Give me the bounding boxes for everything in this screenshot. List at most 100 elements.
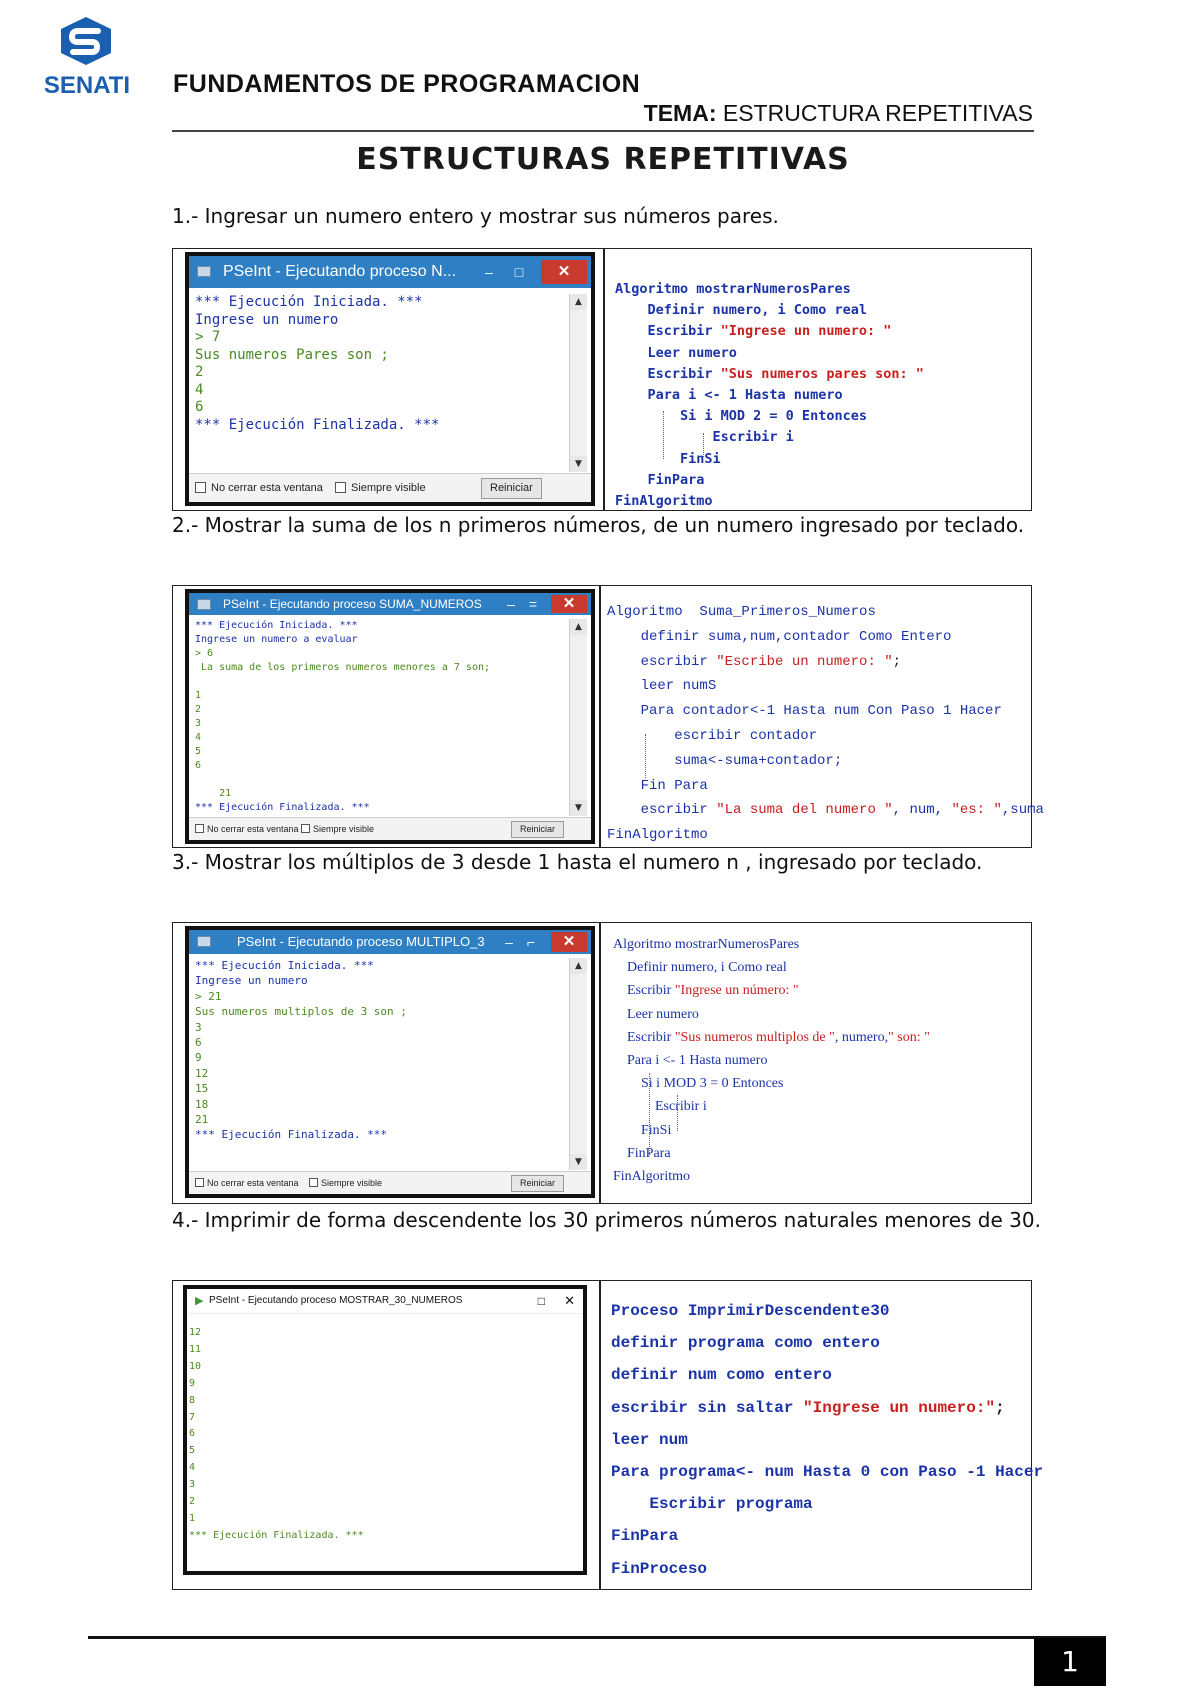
- minimize-icon[interactable]: –: [499, 930, 519, 954]
- scrollbar[interactable]: ▲ ▼: [569, 619, 587, 816]
- console-line: 18: [195, 1097, 209, 1111]
- senati-logo: SENATI: [40, 16, 134, 100]
- close-icon[interactable]: ✕: [551, 595, 587, 613]
- code-panel-1: Algoritmo mostrarNumerosPares Definir nu…: [615, 279, 924, 512]
- code-line: Para contador<-1 Hasta num Con Paso 1 Ha…: [607, 703, 1002, 720]
- reiniciar-button[interactable]: Reiniciar: [511, 821, 565, 838]
- console-output: *** Ejecución Iniciada. *** Ingrese un nu…: [195, 958, 565, 1170]
- code-line: leer numS: [607, 678, 717, 695]
- console-line: 2: [189, 1496, 196, 1508]
- code-panel-4: Proceso ImprimirDescendente30 definir pro…: [611, 1295, 1043, 1585]
- reiniciar-button[interactable]: Reiniciar: [481, 478, 542, 499]
- code-line: Para i <- 1 Hasta numero: [613, 1053, 768, 1069]
- maximize-icon[interactable]: =: [523, 593, 543, 615]
- console-line: 3: [195, 1020, 202, 1034]
- console-line: 2: [195, 704, 202, 715]
- console-line: 5: [195, 746, 202, 757]
- checkbox-no-cerrar[interactable]: [195, 482, 206, 493]
- exercise-4-block: ▶ PSeInt - Ejecutando proceso MOSTRAR_30…: [172, 1280, 1043, 1590]
- console-output: 12 11 10 9 8 7 6 5 4 3 2 1 *** Ejecución Finalizada.…: [189, 1325, 581, 1567]
- tema-value: ESTRUCTURA REPETITIVAS: [722, 100, 1033, 126]
- code-line: Escribir "Ingrese un número: ": [613, 983, 799, 999]
- code-line: Proceso ImprimirDescendente30: [611, 1302, 890, 1320]
- code-line: FinSi: [613, 1122, 672, 1138]
- code-line: leer num: [611, 1430, 688, 1449]
- checkbox-siempre-visible[interactable]: [301, 824, 310, 833]
- checkbox-no-cerrar[interactable]: [195, 824, 204, 833]
- console-line: 11: [189, 1343, 202, 1355]
- code-line: suma<-suma+contador;: [607, 752, 843, 769]
- console-line: 4: [195, 381, 204, 398]
- scrollbar[interactable]: ▲ ▼: [569, 958, 587, 1170]
- code-line: escribir contador: [607, 727, 818, 744]
- minimize-icon[interactable]: –: [479, 256, 499, 288]
- minimize-icon[interactable]: –: [501, 593, 521, 615]
- indent-guide: [703, 433, 704, 457]
- exercise-3-block: PSeInt - Ejecutando proceso MULTIPLO_3 –…: [172, 922, 1032, 1204]
- code-line: Algoritmo Suma_Primeros_Numeros: [607, 604, 876, 620]
- exercise-1-block: PSeInt - Ejecutando proceso N... – □ ✕ *…: [172, 248, 1032, 511]
- checkbox-siempre-visible-label: Siempre visible: [321, 1178, 383, 1188]
- code-line: FinSi: [615, 450, 721, 467]
- checkbox-siempre-visible[interactable]: [309, 1178, 318, 1187]
- window-statusbar: No cerrar esta ventana Siempre visible R…: [189, 473, 591, 502]
- console-line: Sus numeros Pares son ;: [195, 346, 389, 363]
- maximize-icon[interactable]: ⌐: [521, 930, 541, 954]
- console-line: *** Ejecución Finalizada. ***: [195, 802, 370, 813]
- code-panel-3: Algoritmo mostrarNumerosPares Definir nu…: [613, 933, 930, 1188]
- code-line: Algoritmo mostrarNumerosPares: [613, 937, 800, 952]
- console-line: 21: [195, 788, 232, 799]
- console-line: 1: [189, 1512, 196, 1524]
- console-line: Ingrese un numero: [195, 311, 339, 328]
- console-line: 1: [195, 690, 202, 701]
- code-line: FinPara: [613, 1145, 671, 1161]
- app-icon: [197, 266, 211, 277]
- tema-line: TEMA: ESTRUCTURA REPETITIVAS: [644, 100, 1033, 127]
- scroll-down-icon[interactable]: ▼: [570, 456, 587, 472]
- scrollbar[interactable]: ▲ ▼: [569, 294, 587, 472]
- document-title: ESTRUCTURAS REPETITIVAS: [356, 142, 850, 177]
- checkbox-siempre-visible[interactable]: [335, 482, 346, 493]
- close-icon[interactable]: ✕: [541, 260, 587, 284]
- console-line: Ingrese un numero a evaluar: [195, 634, 358, 645]
- code-line: FinPara: [615, 471, 705, 488]
- code-line: FinAlgoritmo: [615, 493, 713, 510]
- code-line: definir programa como entero: [611, 1334, 880, 1353]
- close-icon[interactable]: ✕: [564, 1289, 575, 1313]
- block-divider: [599, 1281, 601, 1589]
- reiniciar-button[interactable]: Reiniciar: [511, 1175, 565, 1192]
- maximize-icon[interactable]: □: [509, 256, 529, 288]
- console-line: 9: [189, 1377, 196, 1389]
- window-titlebar: PSeInt - Ejecutando proceso MULTIPLO_3 –…: [189, 930, 591, 954]
- app-icon: [197, 599, 211, 610]
- console-output: *** Ejecución Iniciada. *** Ingrese un nu…: [195, 619, 565, 816]
- console-line: Ingrese un numero: [195, 974, 308, 988]
- senati-logo-icon: [61, 17, 111, 65]
- code-line: Para programa<- num Hasta 0 con Paso -1 …: [611, 1463, 1044, 1482]
- code-line: escribir "La suma del numero ", num, "es…: [607, 802, 1044, 819]
- code-panel-2: Algoritmo Suma_Primeros_Numeros definir …: [607, 600, 1044, 848]
- console-line: > 21: [195, 989, 222, 1003]
- code-line: Definir numero, i Como real: [613, 960, 787, 976]
- checkbox-no-cerrar-label: No cerrar esta ventana: [207, 1178, 299, 1188]
- code-line: Escribir programa: [611, 1495, 813, 1514]
- console-line: 21: [195, 1113, 209, 1127]
- console-line: 7: [189, 1411, 196, 1423]
- scroll-up-icon[interactable]: ▲: [570, 294, 587, 310]
- checkbox-no-cerrar[interactable]: [195, 1178, 204, 1187]
- maximize-icon[interactable]: □: [538, 1289, 545, 1313]
- console-line: *** Ejecución Iniciada. ***: [195, 294, 423, 310]
- scroll-up-icon[interactable]: ▲: [570, 958, 587, 974]
- indent-guide: [663, 411, 664, 459]
- checkbox-siempre-visible-label: Siempre visible: [351, 482, 426, 494]
- scroll-down-icon[interactable]: ▼: [570, 1154, 587, 1170]
- console-line: > 6: [195, 648, 214, 659]
- pseint-window-4: ▶ PSeInt - Ejecutando proceso MOSTRAR_30…: [183, 1285, 587, 1575]
- scroll-down-icon[interactable]: ▼: [570, 800, 587, 816]
- window-statusbar: No cerrar esta ventana Siempre visible R…: [189, 1171, 591, 1194]
- console-line: 6: [195, 760, 202, 771]
- scroll-up-icon[interactable]: ▲: [570, 619, 587, 635]
- console-output: *** Ejecución Iniciada. *** Ingrese un nu…: [195, 294, 565, 472]
- close-icon[interactable]: ✕: [551, 932, 587, 952]
